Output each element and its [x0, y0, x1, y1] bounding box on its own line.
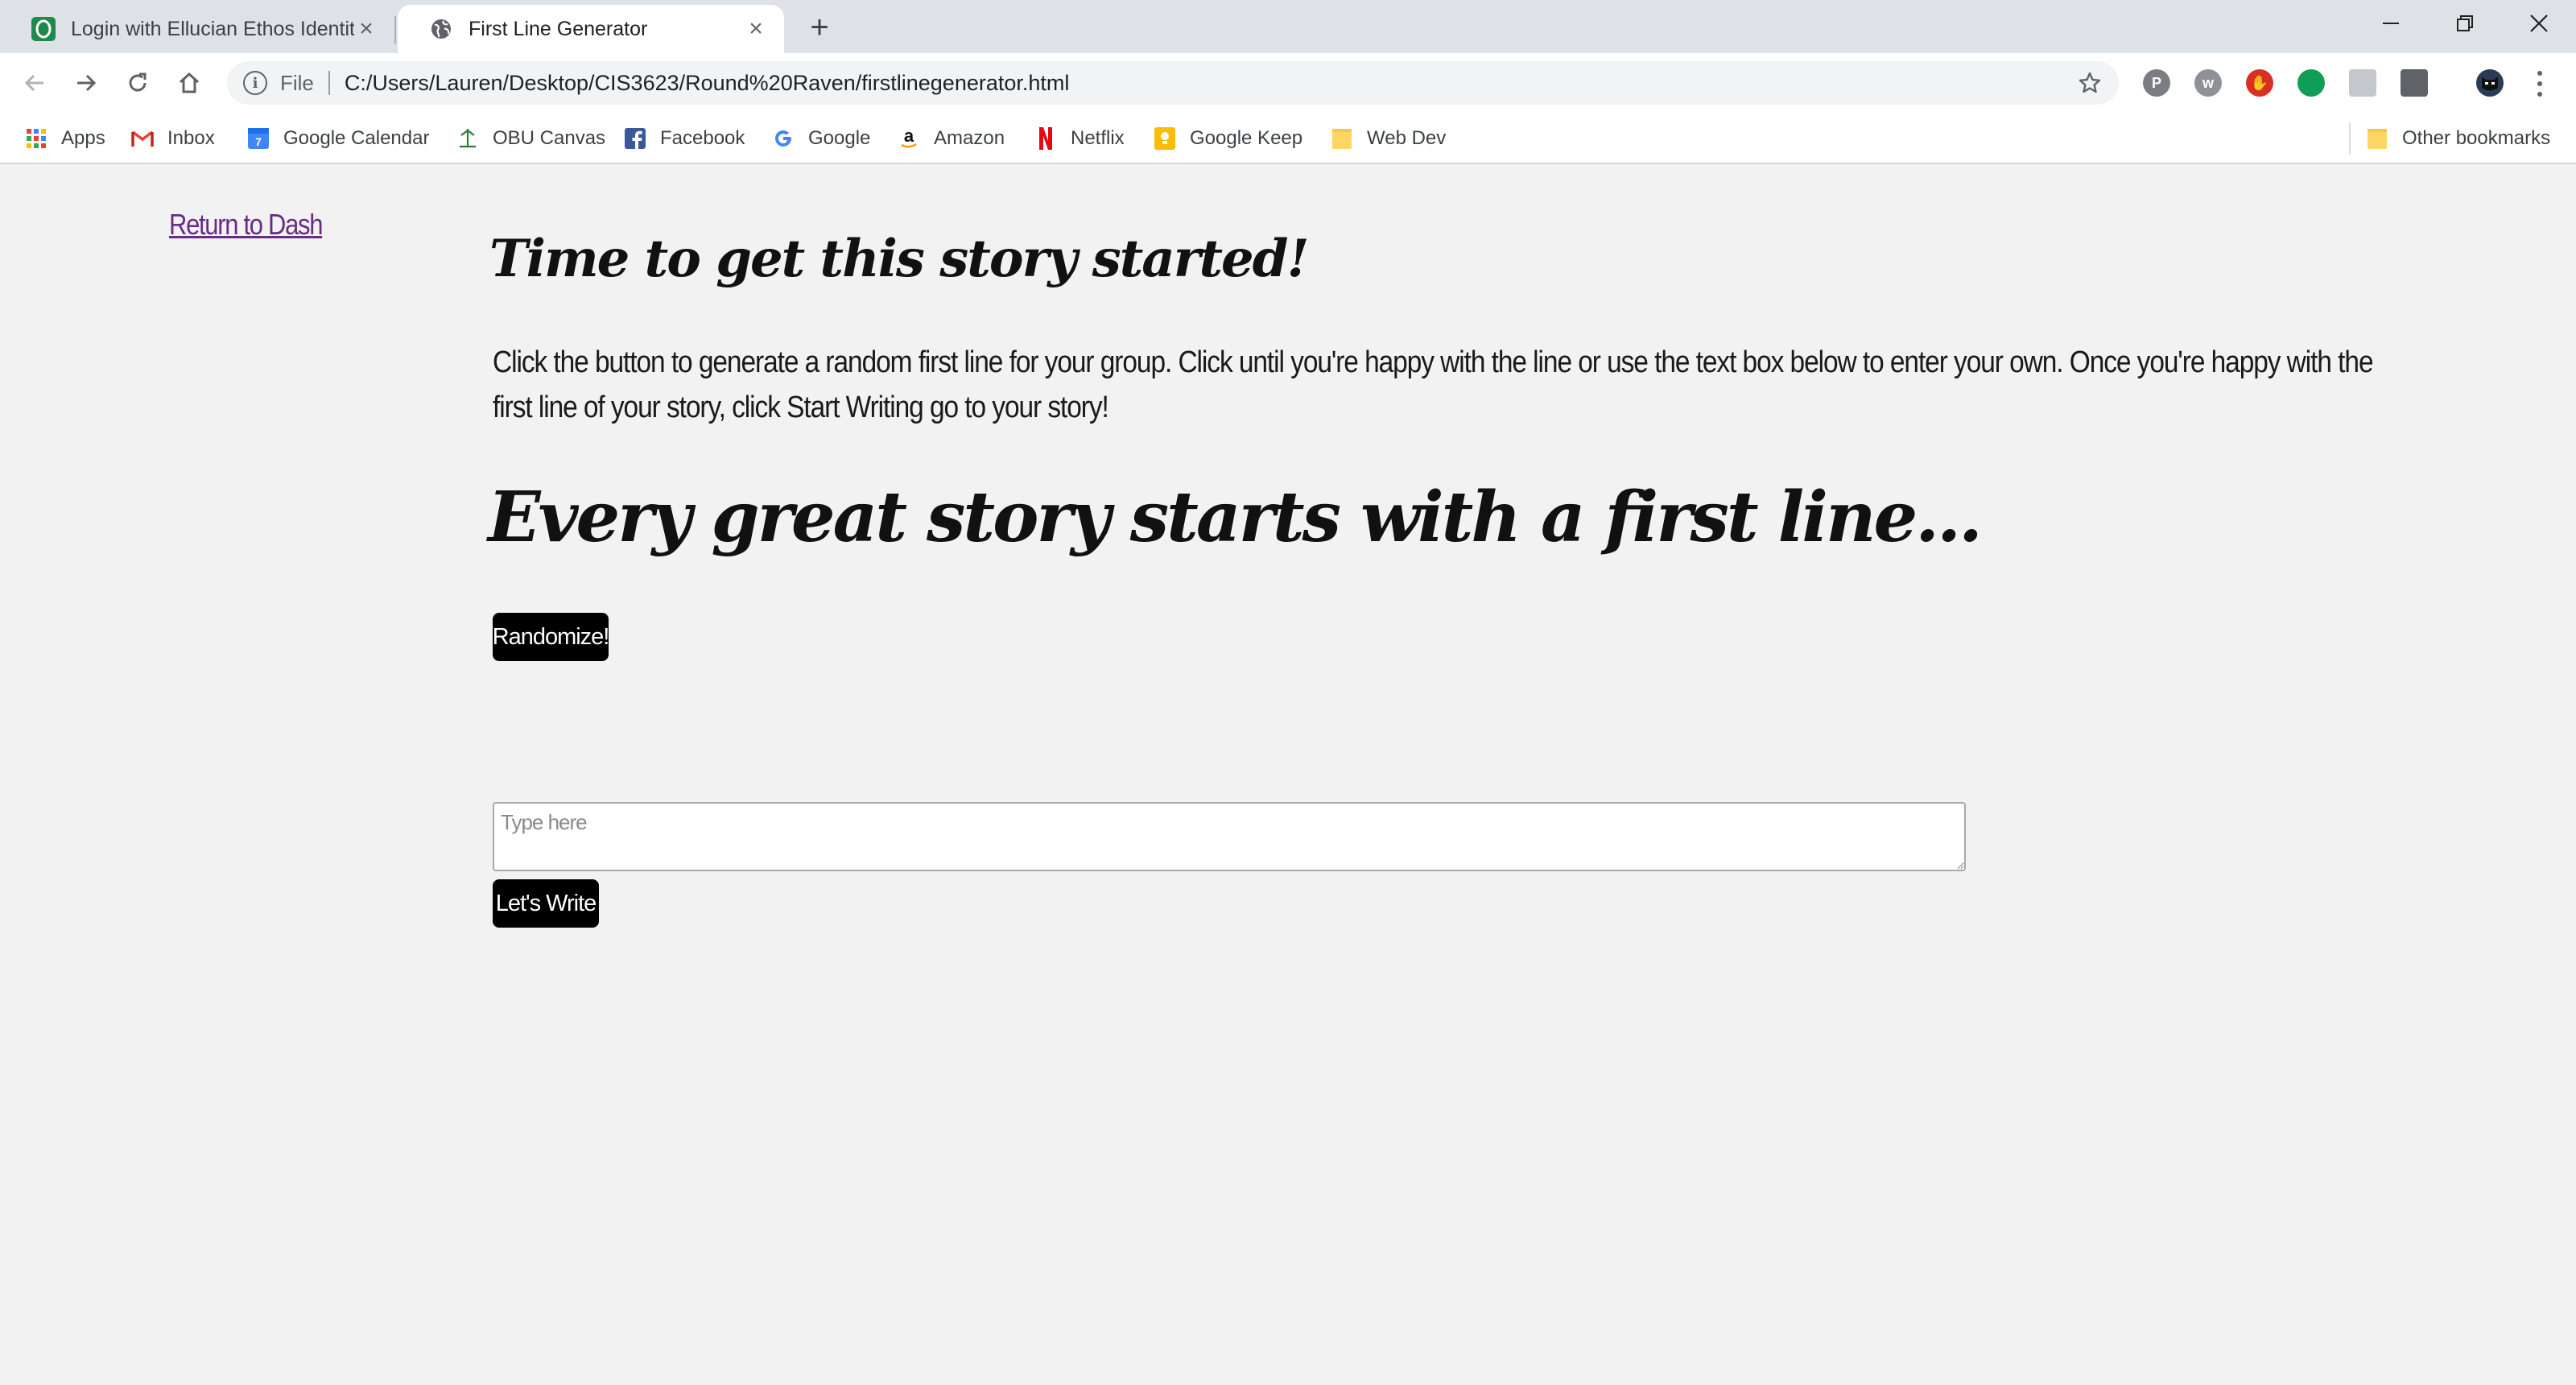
other-bookmarks[interactable]: Other bookmarks: [2365, 122, 2550, 155]
restore-window-button[interactable]: [2428, 0, 2502, 47]
bookmark-label: Google Keep: [1190, 127, 1303, 149]
calendar-icon: 7: [246, 126, 270, 151]
folder-icon: [1330, 126, 1354, 151]
tab-title: First Line Generator: [469, 17, 648, 40]
restore-icon: [2457, 15, 2473, 31]
page-content: Return to Dash Time to get this story st…: [0, 166, 2576, 1385]
adblock-icon[interactable]: ✋: [2246, 69, 2273, 97]
pinterest-icon[interactable]: P: [2143, 69, 2170, 97]
first-line-heading: Every great story starts with a first li…: [488, 477, 1983, 558]
ellucian-logo-icon: [31, 16, 56, 42]
tab-title: Login with Ellucian Ethos Identity: [71, 17, 354, 40]
bookmark-netflix[interactable]: Netflix: [1034, 122, 1125, 155]
globe-icon: [428, 16, 454, 42]
keep-extension-icon[interactable]: [2401, 69, 2428, 97]
return-to-dash-link[interactable]: Return to Dash: [169, 208, 323, 242]
keep-icon: [1153, 126, 1177, 151]
gmail-icon: [130, 126, 155, 151]
bookmark-label: Facebook: [660, 127, 745, 149]
reload-button[interactable]: [119, 64, 156, 101]
bookmark-obu-canvas[interactable]: OBU Canvas: [456, 122, 605, 155]
bookmark-google-calendar[interactable]: 7 Google Calendar: [246, 122, 429, 155]
page-title: Time to get this story started!: [489, 229, 1310, 289]
bookmark-facebook[interactable]: Facebook: [623, 122, 745, 155]
netflix-icon: [1034, 126, 1058, 151]
close-window-button[interactable]: [2502, 0, 2576, 47]
close-tab-icon[interactable]: ×: [354, 17, 378, 41]
bookmark-label: Google: [808, 127, 871, 149]
bookmark-google-keep[interactable]: Google Keep: [1153, 122, 1302, 155]
close-icon: [2530, 14, 2548, 32]
bookmark-label: Web Dev: [1367, 127, 1447, 149]
canvas-icon: [456, 126, 480, 151]
svg-text:7: 7: [255, 135, 262, 148]
bookmarks-separator: [2349, 122, 2351, 155]
bookmark-web-dev[interactable]: Web Dev: [1330, 122, 1446, 155]
address-bar[interactable]: i File C:/Users/Lauren/Desktop/CIS3623/R…: [227, 61, 2119, 105]
back-button[interactable]: [16, 64, 53, 101]
address-url[interactable]: C:/Users/Lauren/Desktop/CIS3623/Round%20…: [345, 71, 1069, 96]
bookmark-label: Amazon: [934, 127, 1005, 149]
svg-text:a: a: [904, 127, 914, 146]
bookmark-label: OBU Canvas: [493, 127, 606, 149]
bookmarks-bar: Apps Inbox 7 Google Calendar OBU Canvas …: [0, 113, 2576, 164]
grey-extension-icon[interactable]: [2349, 69, 2376, 97]
bookmark-inbox[interactable]: Inbox: [130, 122, 215, 155]
tab-first-line-generator[interactable]: First Line Generator ×: [398, 5, 784, 53]
google-icon: [771, 126, 795, 151]
bookmark-label: Other bookmarks: [2402, 127, 2551, 149]
arrow-right-icon: [77, 74, 97, 92]
home-icon: [179, 72, 200, 93]
amazon-icon: a: [897, 126, 921, 151]
bookmark-label: Netflix: [1071, 127, 1125, 149]
instructions-text: Click the button to generate a random fi…: [493, 345, 2374, 424]
tab-ellucian-login[interactable]: Login with Ellucian Ethos Identity ×: [0, 5, 394, 53]
forward-button[interactable]: [68, 64, 105, 101]
w-extension-icon[interactable]: w: [2194, 69, 2222, 97]
apps-grid-icon: [24, 126, 48, 151]
bookmark-amazon[interactable]: a Amazon: [897, 122, 1005, 155]
arrow-left-icon: [24, 74, 43, 92]
profile-avatar-icon[interactable]: [2476, 69, 2504, 97]
facebook-icon: [623, 126, 647, 151]
scheme-label: File: [280, 70, 314, 95]
bookmark-label: Inbox: [167, 127, 215, 149]
bookmark-google[interactable]: Google: [771, 122, 870, 155]
bookmark-apps[interactable]: Apps: [24, 122, 105, 155]
first-line-textarea[interactable]: [493, 802, 1966, 871]
folder-icon: [2365, 126, 2389, 151]
browser-menu-button[interactable]: [2528, 68, 2552, 100]
tab-strip: Login with Ellucian Ethos Identity × Fir…: [0, 0, 2576, 53]
bookmark-label: Google Calendar: [283, 127, 430, 149]
reload-icon: [129, 72, 147, 92]
browser-toolbar: i File C:/Users/Lauren/Desktop/CIS3623/R…: [0, 53, 2576, 113]
bookmark-star-icon[interactable]: [2075, 68, 2104, 97]
close-tab-icon[interactable]: ×: [744, 17, 768, 41]
minimize-icon: [2383, 23, 2399, 24]
address-divider: [328, 71, 330, 95]
home-button[interactable]: [171, 64, 208, 101]
randomize-button[interactable]: Randomize!: [493, 613, 609, 661]
lets-write-button[interactable]: Let's Write: [493, 879, 599, 928]
tab-separator: [394, 16, 396, 43]
site-info-icon[interactable]: i: [243, 71, 267, 95]
bookmark-label: Apps: [61, 127, 105, 149]
minimize-window-button[interactable]: [2354, 0, 2428, 47]
new-tab-button[interactable]: +: [802, 10, 837, 45]
green-extension-icon[interactable]: [2297, 69, 2325, 97]
